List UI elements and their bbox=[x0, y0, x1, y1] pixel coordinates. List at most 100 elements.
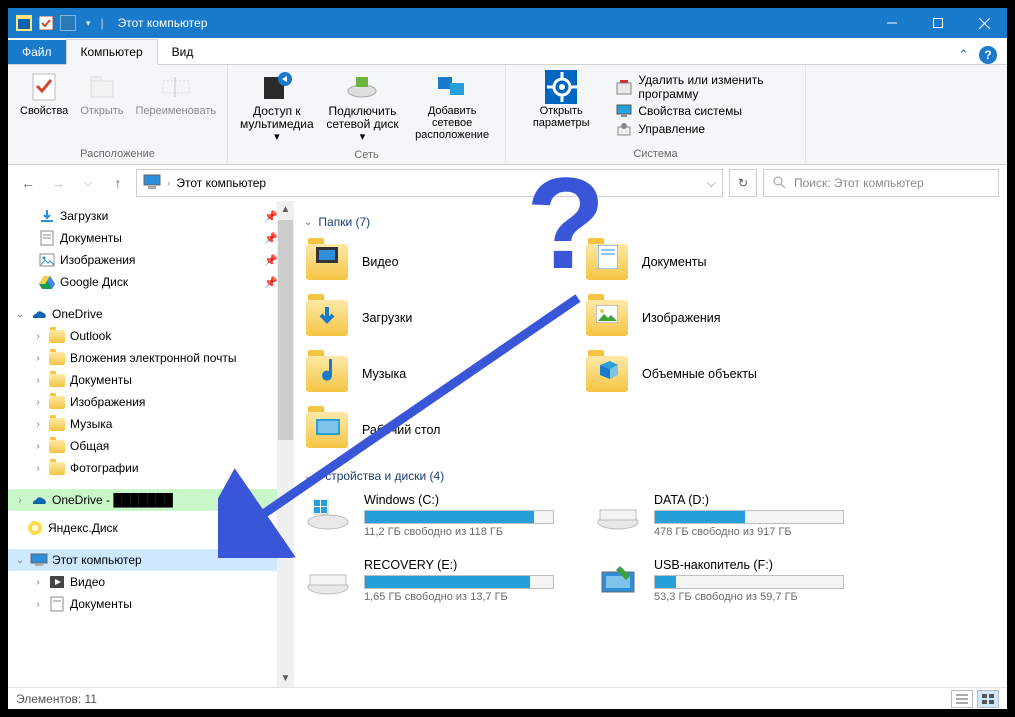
chevron-down-icon[interactable]: ⌄ bbox=[304, 217, 312, 228]
tab-file[interactable]: Файл bbox=[8, 40, 66, 64]
minimize-button[interactable] bbox=[869, 8, 915, 38]
scrollbar-thumb[interactable] bbox=[278, 220, 293, 440]
chevron-down-icon[interactable]: ⌄ bbox=[14, 555, 26, 566]
folder-tile[interactable]: Музыка bbox=[304, 351, 564, 397]
folder-tile[interactable]: Видео bbox=[304, 239, 564, 285]
map-drive-button[interactable]: Подключить сетевой диск ▾ bbox=[320, 69, 406, 145]
qat-properties-icon[interactable] bbox=[38, 15, 54, 31]
address-dropdown-icon[interactable]: ⌵ bbox=[707, 176, 716, 191]
tiles-view-button[interactable] bbox=[977, 690, 999, 708]
tree-onedrive[interactable]: ⌄ OneDrive bbox=[8, 303, 294, 325]
folder-tile[interactable]: Документы bbox=[584, 239, 844, 285]
group-drives[interactable]: ⌄ Устройства и диски (4) bbox=[304, 469, 999, 483]
ribbon-group-network: Сеть bbox=[228, 149, 505, 165]
manage-button[interactable]: Управление bbox=[616, 121, 793, 137]
tree-pc-item[interactable]: › Видео bbox=[8, 571, 294, 593]
chevron-down-icon[interactable]: ⌄ bbox=[304, 471, 312, 482]
chevron-right-icon[interactable]: › bbox=[32, 419, 44, 430]
address-bar[interactable]: › Этот компьютер ⌵ bbox=[136, 169, 723, 197]
folder-tile[interactable]: Объемные объекты bbox=[584, 351, 844, 397]
system-properties-button[interactable]: Свойства системы bbox=[616, 103, 793, 119]
open-settings-button[interactable]: Открыть параметры bbox=[512, 69, 610, 131]
chevron-right-icon[interactable]: › bbox=[32, 441, 44, 452]
tree-onedrive-business[interactable]: › OneDrive - ███████ bbox=[8, 489, 294, 511]
forward-button[interactable]: → bbox=[46, 171, 70, 195]
folder-tile[interactable]: Загрузки bbox=[304, 295, 564, 341]
details-view-button[interactable] bbox=[951, 690, 973, 708]
drive-tile[interactable]: DATA (D:) 478 ГБ свободно из 917 ГБ bbox=[594, 493, 864, 538]
properties-button[interactable]: Свойства bbox=[14, 69, 74, 119]
folder-tile[interactable]: Рабочий стол bbox=[304, 407, 564, 453]
refresh-button[interactable]: ↻ bbox=[729, 169, 757, 197]
tree-folder-item[interactable]: › Фотографии bbox=[8, 457, 294, 479]
monitor-icon bbox=[616, 103, 632, 119]
open-button[interactable]: Открыть bbox=[74, 69, 129, 119]
folder-tile[interactable]: Изображения bbox=[584, 295, 844, 341]
scroll-up-icon[interactable]: ▲ bbox=[277, 201, 294, 218]
tree-yandex-disk[interactable]: Яндекс.Диск bbox=[8, 517, 294, 539]
tree-folder-item[interactable]: › Вложения электронной почты bbox=[8, 347, 294, 369]
help-icon[interactable]: ? bbox=[979, 46, 997, 64]
chevron-right-icon[interactable]: › bbox=[14, 495, 26, 506]
search-input[interactable]: Поиск: Этот компьютер bbox=[763, 169, 999, 197]
qat-dropdown-icon[interactable]: ▾ bbox=[86, 18, 91, 29]
folder-icon bbox=[304, 239, 350, 285]
tree-quick-item[interactable]: Изображения 📌 bbox=[8, 249, 294, 271]
tree-pc-item[interactable]: › Документы bbox=[8, 593, 294, 615]
chevron-down-icon[interactable]: ⌄ bbox=[14, 309, 26, 320]
folder-icon bbox=[48, 459, 66, 477]
chevron-right-icon[interactable]: › bbox=[32, 599, 44, 610]
back-button[interactable]: ← bbox=[16, 171, 40, 195]
tree-quick-item[interactable]: Загрузки 📌 bbox=[8, 205, 294, 227]
rename-button[interactable]: Переименовать bbox=[130, 69, 223, 119]
tab-view[interactable]: Вид bbox=[158, 40, 208, 64]
close-button[interactable] bbox=[961, 8, 1007, 38]
add-network-location-button[interactable]: Добавить сетевое расположение bbox=[405, 69, 499, 143]
drive-tile[interactable]: RECOVERY (E:) 1,65 ГБ свободно из 13,7 Г… bbox=[304, 558, 574, 603]
folder-icon bbox=[48, 393, 66, 411]
chevron-right-icon[interactable]: › bbox=[32, 375, 44, 386]
drive-usage-bar bbox=[364, 510, 554, 524]
tree-quick-item[interactable]: Документы 📌 bbox=[8, 227, 294, 249]
tree-quick-item[interactable]: Google Диск 📌 bbox=[8, 271, 294, 293]
library-icon bbox=[48, 573, 66, 591]
tab-computer[interactable]: Компьютер bbox=[66, 39, 158, 65]
drive-tile[interactable]: Windows (C:) 11,2 ГБ свободно из 118 ГБ bbox=[304, 493, 574, 538]
qat-newfolder-icon[interactable] bbox=[60, 15, 76, 31]
tree-folder-item[interactable]: › Общая bbox=[8, 435, 294, 457]
onedrive-icon bbox=[30, 491, 48, 509]
chevron-right-icon[interactable]: › bbox=[32, 397, 44, 408]
drive-usage-bar bbox=[654, 575, 844, 589]
content-area[interactable]: ⌄ Папки (7) Видео Документы Загрузки Изо… bbox=[294, 201, 1007, 687]
drive-tile[interactable]: USB-накопитель (F:) 53,3 ГБ свободно из … bbox=[594, 558, 864, 603]
computer-icon bbox=[30, 551, 48, 569]
uninstall-program-button[interactable]: Удалить или изменить программу bbox=[616, 73, 793, 101]
search-icon bbox=[772, 175, 786, 192]
window-title: Этот компьютер bbox=[118, 16, 208, 30]
drive-icon bbox=[304, 558, 352, 598]
recent-dropdown[interactable]: ⌵ bbox=[76, 171, 100, 195]
chevron-right-icon[interactable]: › bbox=[32, 331, 44, 342]
maximize-button[interactable] bbox=[915, 8, 961, 38]
ribbon-group-location: Расположение bbox=[8, 148, 227, 164]
chevron-right-icon[interactable]: › bbox=[32, 353, 44, 364]
tree-folder-item[interactable]: › Изображения bbox=[8, 391, 294, 413]
folder-icon bbox=[48, 327, 66, 345]
chevron-right-icon[interactable]: › bbox=[32, 463, 44, 474]
network-location-icon bbox=[436, 71, 468, 103]
drive-icon bbox=[594, 493, 642, 533]
tree-this-pc[interactable]: ⌄ Этот компьютер bbox=[8, 549, 294, 571]
status-text: Элементов: 11 bbox=[16, 692, 97, 706]
nav-scrollbar[interactable]: ▲ ▼ bbox=[277, 201, 294, 687]
media-access-button[interactable]: Доступ к мультимедиа ▾ bbox=[234, 69, 320, 145]
tree-folder-item[interactable]: › Документы bbox=[8, 369, 294, 391]
tree-folder-item[interactable]: › Outlook bbox=[8, 325, 294, 347]
tree-folder-item[interactable]: › Музыка bbox=[8, 413, 294, 435]
gdrive-icon bbox=[38, 273, 56, 291]
collapse-ribbon-icon[interactable]: ⌃ bbox=[958, 47, 969, 63]
group-folders[interactable]: ⌄ Папки (7) bbox=[304, 215, 999, 229]
up-button[interactable]: ↑ bbox=[106, 171, 130, 195]
chevron-right-icon[interactable]: › bbox=[32, 577, 44, 588]
scroll-down-icon[interactable]: ▼ bbox=[277, 670, 294, 687]
navigation-pane[interactable]: Загрузки 📌 Документы 📌 Изображения 📌 Goo… bbox=[8, 201, 294, 687]
